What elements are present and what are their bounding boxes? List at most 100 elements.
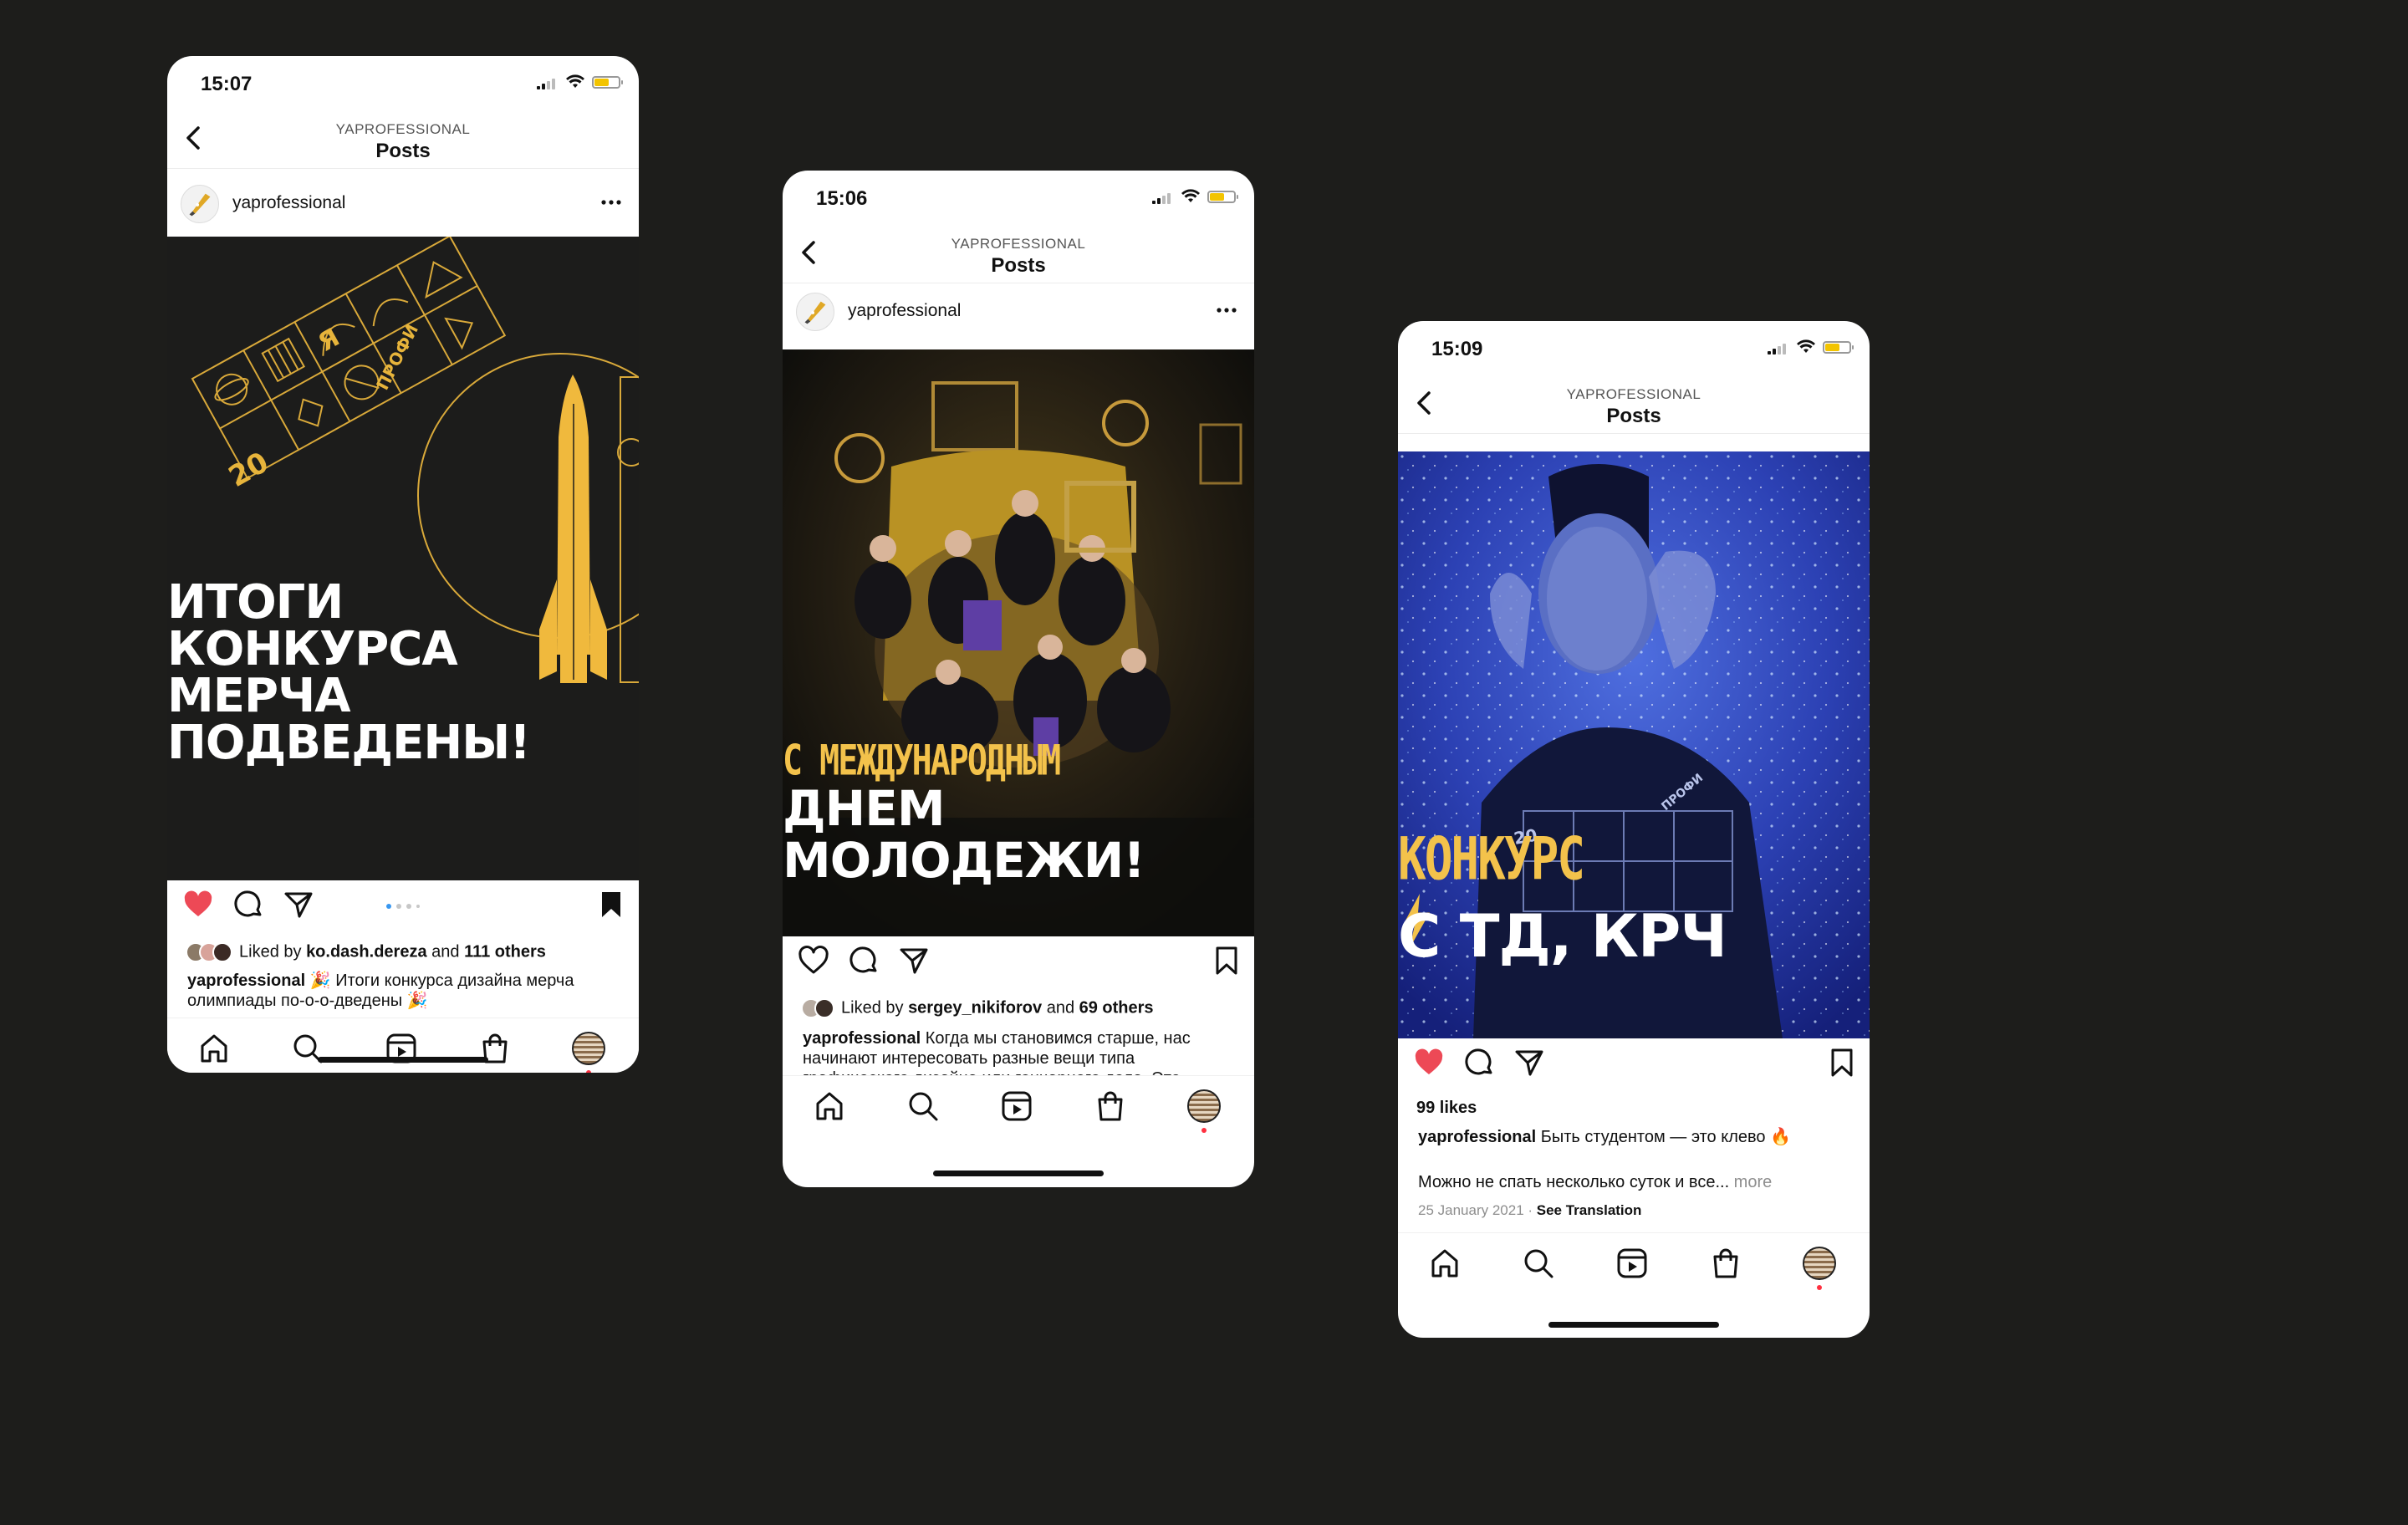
shop-icon[interactable] (1709, 1247, 1742, 1280)
year-label: 20 (223, 446, 274, 494)
nav-bar: YAPROFESSIONAL Posts (1398, 376, 1870, 434)
status-bar: 15:09 (1398, 321, 1870, 375)
profile-avatar-tab[interactable] (1187, 1089, 1221, 1123)
account-name-caps: YAPROFESSIONAL (1566, 386, 1701, 402)
overlay-pixel-headline: С МЕЖДУНАРОДНЫМ (783, 737, 1061, 785)
post-caption: yaprofessional 🎉 Итоги конкурса дизайна … (187, 971, 619, 1018)
liked-by-line[interactable]: Liked by ko.dash.dereza and 111 others (186, 942, 546, 962)
heart-icon[interactable] (1413, 1047, 1445, 1079)
home-icon[interactable] (197, 1032, 231, 1065)
battery-icon (1823, 341, 1854, 354)
caption-username[interactable]: yaprofessional (803, 1029, 921, 1048)
home-indicator (933, 1171, 1104, 1176)
post-meta: 25 January 2021 · See Translation (1418, 1202, 1642, 1218)
status-bar: 15:06 (783, 171, 1254, 224)
rocket-illustration (539, 375, 607, 683)
profile-avatar-tab[interactable] (572, 1032, 605, 1065)
post-caption: yaprofessional Быть студентом — это клев… (1418, 1128, 1791, 1146)
wifi-icon (566, 74, 584, 88)
comment-icon[interactable] (232, 889, 264, 921)
bottom-tab-bar (783, 1075, 1254, 1135)
home-indicator (318, 1057, 488, 1063)
home-icon[interactable] (813, 1089, 846, 1123)
caption-more-link[interactable]: more (1729, 1173, 1773, 1191)
likes-count[interactable]: 99 likes (1416, 1099, 1477, 1118)
heart-icon[interactable] (798, 945, 829, 977)
post-actions (783, 936, 1254, 983)
phone-screen-3: 15:09 YAPROFESSIONAL Posts 20 ПРОФИ КОНК… (1398, 321, 1870, 1338)
signal-icon (537, 78, 559, 89)
share-icon[interactable] (898, 945, 930, 977)
bookmark-icon[interactable] (595, 889, 627, 921)
status-bar: 15:07 (167, 56, 639, 110)
share-icon[interactable] (283, 889, 314, 921)
post-header: yaprofessional (783, 278, 1254, 344)
account-name-caps: YAPROFESSIONAL (951, 236, 1086, 252)
post-image[interactable]: 20 ПРОФИ КОНКУРС С ТД, КРЧ (1398, 451, 1870, 1038)
more-options-icon[interactable] (599, 191, 624, 213)
post-date: 25 January 2021 (1418, 1202, 1524, 1218)
liker-avatars (186, 942, 236, 962)
reels-icon[interactable] (1000, 1089, 1033, 1123)
share-icon[interactable] (1513, 1047, 1545, 1079)
post-actions (167, 880, 639, 927)
merch-artwork: Я ПРОФИ 20 (191, 237, 639, 683)
liker-avatars (801, 998, 838, 1018)
notification-dot (586, 1070, 591, 1073)
overlay-headline: ИТОГИ КОНКУРСА МЕРЧА ПОДВЕДЕНЫ! (167, 575, 531, 770)
bottom-tab-bar (167, 1018, 639, 1073)
comment-icon[interactable] (1463, 1047, 1495, 1079)
liked-by-line[interactable]: Liked by sergey_nikiforov and 69 others (801, 998, 1154, 1018)
post-caption: yaprofessional Когда мы становимся старш… (803, 1029, 1191, 1075)
post-header: yaprofessional (167, 170, 639, 237)
rocket-logo-icon (189, 193, 211, 217)
notification-dot (1817, 1285, 1822, 1290)
home-indicator (1548, 1322, 1719, 1328)
account-name-caps: YAPROFESSIONAL (335, 121, 471, 137)
page-title: Posts (991, 254, 1046, 277)
shop-icon[interactable] (1094, 1089, 1127, 1123)
post-username[interactable]: yaprofessional (232, 193, 345, 213)
battery-icon (1207, 191, 1238, 203)
carousel-dots (386, 904, 436, 910)
heart-icon[interactable] (182, 889, 214, 921)
post-actions (1398, 1038, 1870, 1085)
reels-icon[interactable] (1615, 1247, 1649, 1280)
battery-icon (592, 76, 623, 89)
status-time: 15:09 (1431, 338, 1483, 360)
profi-label: ПРОФИ (372, 321, 422, 394)
overlay-headline: С ТД, КРЧ (1398, 902, 1727, 971)
post-image[interactable]: Я ПРОФИ 20 ИТОГИ КОНКУРСА МЕРЧА ПОДВЕДЕН… (167, 237, 639, 880)
profile-avatar-tab[interactable] (1803, 1247, 1836, 1280)
comment-icon[interactable] (848, 945, 880, 977)
carousel-dot-active (386, 904, 391, 909)
caption-username[interactable]: yaprofessional (187, 972, 305, 990)
home-icon[interactable] (1428, 1247, 1462, 1280)
post-username[interactable]: yaprofessional (848, 301, 961, 321)
overlay-headline: ДНЕМ МОЛОДЕЖИ! (783, 780, 1145, 889)
notification-dot (1201, 1128, 1207, 1133)
status-time: 15:07 (201, 73, 253, 95)
avatar[interactable] (796, 293, 834, 331)
page-title: Posts (375, 140, 431, 162)
rocket-logo-icon (804, 301, 826, 324)
bottom-tab-bar (1398, 1232, 1870, 1292)
page-title: Posts (1606, 405, 1661, 427)
see-translation-link[interactable]: See Translation (1537, 1202, 1642, 1218)
avatar[interactable] (181, 185, 219, 223)
signal-icon (1152, 192, 1174, 204)
phone-screen-1: 15:07 YAPROFESSIONAL Posts yaprofessiona… (167, 56, 639, 1073)
phone-screen-2: 15:06 YAPROFESSIONAL Posts yaprofessiona… (783, 171, 1254, 1187)
nav-bar: YAPROFESSIONAL Posts (167, 111, 639, 169)
caption-username[interactable]: yaprofessional (1418, 1128, 1536, 1146)
status-time: 15:06 (816, 187, 868, 210)
search-icon[interactable] (1522, 1247, 1555, 1280)
bookmark-icon[interactable] (1826, 1047, 1858, 1079)
search-icon[interactable] (906, 1089, 940, 1123)
ya-label: Я (314, 323, 344, 358)
nav-bar: YAPROFESSIONAL Posts (783, 226, 1254, 283)
bookmark-icon[interactable] (1211, 945, 1242, 977)
post-image[interactable]: С МЕЖДУНАРОДНЫМ ДНЕМ МОЛОДЕЖИ! (783, 349, 1254, 936)
more-options-icon[interactable] (1214, 299, 1239, 321)
wifi-icon (1181, 189, 1200, 202)
